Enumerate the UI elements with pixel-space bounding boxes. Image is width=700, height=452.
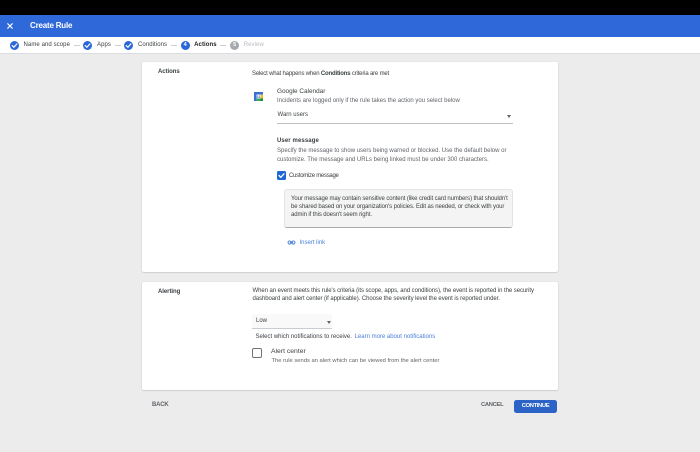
step-label: Apps xyxy=(97,42,111,48)
dialog-title: Create Rule xyxy=(30,15,72,37)
insert-link-label: Insert link xyxy=(300,240,326,246)
alerting-description: When an event meets this rule's criteria… xyxy=(253,287,534,303)
step-separator xyxy=(115,45,121,46)
notifications-text: Select which notifications to receive. xyxy=(256,334,354,340)
continue-button[interactable]: CONTINUE xyxy=(514,400,557,413)
step-check-icon xyxy=(10,41,19,50)
step-label: Actions xyxy=(194,42,217,48)
google-calendar-icon: 31 xyxy=(254,92,263,101)
dropdown-arrow-icon xyxy=(327,321,331,324)
step-separator xyxy=(220,45,226,46)
step-label: Name and scope xyxy=(24,42,70,48)
intro-conditions-bold: Conditions xyxy=(321,71,351,77)
step-separator xyxy=(171,45,177,46)
close-button[interactable] xyxy=(4,15,16,37)
step-label: Conditions xyxy=(138,42,167,48)
dropdown-arrow-icon xyxy=(507,115,511,118)
close-icon xyxy=(7,23,13,29)
step-number: 4 xyxy=(181,41,190,50)
step-separator xyxy=(74,45,80,46)
actions-intro-text: Select what happens when Conditions crit… xyxy=(252,71,389,77)
user-message-heading: User message xyxy=(277,138,319,144)
customize-message-label: Customize message xyxy=(289,173,339,179)
checkbox-unchecked-icon xyxy=(252,348,262,358)
actions-card: Actions Select what happens when Conditi… xyxy=(142,62,558,272)
system-bar xyxy=(0,0,700,15)
actions-card-content: Select what happens when Conditions crit… xyxy=(252,62,558,272)
appbar: Create Rule xyxy=(0,15,700,37)
intro-prefix: Select what happens when xyxy=(252,71,321,77)
alert-center-label: Alert center xyxy=(271,348,306,355)
alerting-card: Alerting When an event meets this rule's… xyxy=(142,282,558,390)
step-label: Review xyxy=(244,42,264,48)
app-description: Incidents are logged only if the rule ta… xyxy=(277,98,460,104)
step-number: 5 xyxy=(230,41,239,50)
alerting-section-label: Alerting xyxy=(158,289,180,295)
step-apps[interactable]: Apps xyxy=(83,41,111,50)
learn-more-link[interactable]: Learn more about notifications xyxy=(354,334,436,340)
action-select-value: Warn users xyxy=(278,112,308,118)
checkbox-checked-icon xyxy=(277,171,286,180)
severity-select-value: Low xyxy=(256,318,267,324)
notifications-line: Select which notifications to receive. L… xyxy=(256,334,436,340)
message-text: Your message may contain sensitive conte… xyxy=(291,195,508,219)
step-actions[interactable]: 4 Actions xyxy=(181,41,217,50)
svg-text:31: 31 xyxy=(257,95,261,99)
actions-section-label: Actions xyxy=(158,69,180,75)
customize-message-checkbox[interactable]: Customize message xyxy=(277,171,339,180)
cancel-button[interactable]: CANCEL xyxy=(481,402,503,408)
alerting-card-content: When an event meets this rule's criteria… xyxy=(252,282,558,390)
alert-center-description: The rule sends an alert which can be vie… xyxy=(272,358,440,364)
intro-suffix: criteria are met xyxy=(350,71,389,77)
step-conditions[interactable]: Conditions xyxy=(124,41,167,50)
step-name-and-scope[interactable]: Name and scope xyxy=(10,41,70,50)
step-check-icon xyxy=(124,41,133,50)
severity-select[interactable]: Low xyxy=(252,314,332,329)
link-icon xyxy=(287,238,296,247)
message-textarea[interactable]: Your message may contain sensitive conte… xyxy=(284,189,513,229)
insert-link-button[interactable]: Insert link xyxy=(287,238,325,247)
alert-center-checkbox[interactable]: Alert center xyxy=(252,348,306,358)
user-message-description: Specify the message to show users being … xyxy=(277,147,506,164)
step-check-icon xyxy=(83,41,92,50)
stepper: Name and scope Apps Conditions 4 Actions 5 Rev… xyxy=(0,37,700,54)
action-select[interactable]: Warn users xyxy=(277,108,513,124)
back-button[interactable]: BACK xyxy=(152,402,169,408)
step-review[interactable]: 5 Review xyxy=(230,41,264,50)
app-name: Google Calendar xyxy=(277,88,325,95)
